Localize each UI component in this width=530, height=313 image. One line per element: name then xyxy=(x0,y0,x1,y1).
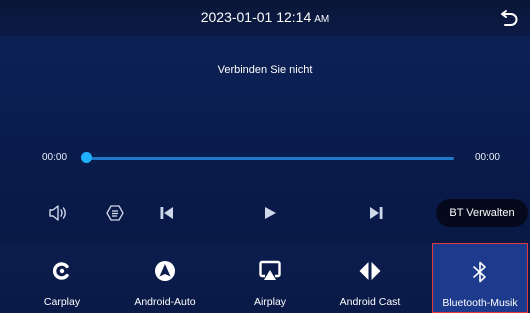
dock-item-bluetooth-music[interactable]: Bluetooth-Musik xyxy=(432,243,528,313)
bt-manage-button[interactable]: BT Verwalten xyxy=(436,199,528,227)
progress-bar[interactable] xyxy=(86,157,454,160)
track-title: Verbinden Sie nicht xyxy=(217,64,313,76)
dock-item-label: Android-Auto xyxy=(134,296,196,308)
volume-icon[interactable] xyxy=(43,200,73,226)
play-icon[interactable] xyxy=(255,200,285,226)
dock-item-label: Bluetooth-Musik xyxy=(442,297,518,309)
carplay-icon xyxy=(51,258,73,284)
skip-next-icon[interactable] xyxy=(361,200,391,226)
dock-item-android-cast[interactable]: Android Cast xyxy=(330,243,410,313)
android-cast-icon xyxy=(358,258,382,284)
bluetooth-icon xyxy=(470,259,490,285)
back-icon[interactable] xyxy=(498,7,520,29)
android-auto-icon xyxy=(153,258,177,284)
dock-item-label: Android Cast xyxy=(339,296,401,308)
airplay-icon xyxy=(258,258,282,284)
clock: 2023-01-01 12:14 AM xyxy=(0,9,530,25)
source-dock: Carplay Android-Auto Airplay Android Cas… xyxy=(0,243,530,313)
skip-previous-icon[interactable] xyxy=(152,200,182,226)
dock-item-android-auto[interactable]: Android-Auto xyxy=(120,243,210,313)
bluetooth-music-screen: 2023-01-01 12:14 AM Verbinden Sie nicht 0… xyxy=(0,0,530,313)
dock-item-label: Airplay xyxy=(253,296,287,308)
dock-item-label: Carplay xyxy=(43,296,81,308)
progress-knob[interactable] xyxy=(80,152,92,163)
time-total: 00:00 xyxy=(474,152,500,163)
dock-item-airplay[interactable]: Airplay xyxy=(230,243,310,313)
time-elapsed: 00:00 xyxy=(42,152,68,163)
playlist-icon[interactable] xyxy=(100,200,130,226)
dock-item-carplay[interactable]: Carplay xyxy=(22,243,102,313)
status-bar: 2023-01-01 12:14 AM xyxy=(0,0,530,36)
clock-datetime: 2023-01-01 12:14 xyxy=(200,9,312,25)
clock-ampm: AM xyxy=(314,14,330,25)
